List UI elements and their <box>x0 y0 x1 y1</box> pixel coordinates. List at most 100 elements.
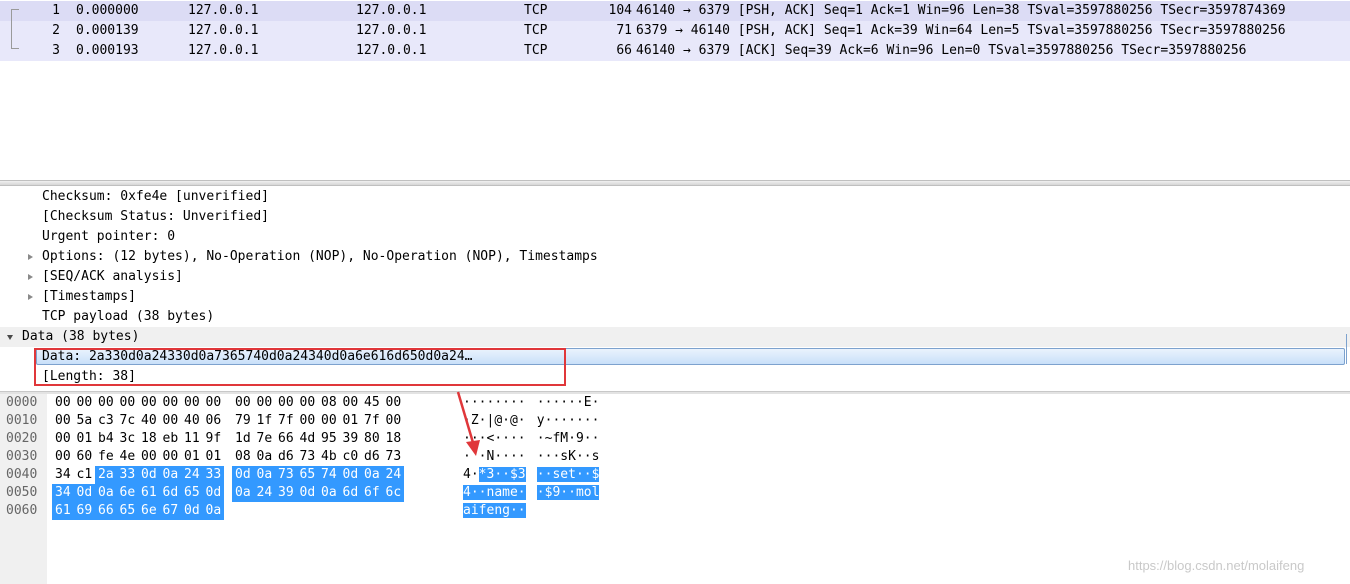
hex-byte[interactable]: 66 <box>275 430 297 448</box>
hex-byte[interactable]: 0d <box>138 466 160 484</box>
hex-byte[interactable]: 61 <box>138 484 160 502</box>
hex-byte[interactable]: 11 <box>181 430 203 448</box>
tree-item-checksum-status[interactable]: [Checksum Status: Unverified] <box>0 207 1350 227</box>
ascii-chunk[interactable]: ······E· <box>537 394 600 412</box>
hex-byte[interactable]: 6e <box>116 484 139 502</box>
hex-byte[interactable]: 0d <box>339 466 362 484</box>
hex-byte[interactable]: 3c <box>117 430 139 448</box>
hex-byte[interactable]: 34 <box>52 466 74 484</box>
hex-byte[interactable]: 33 <box>116 466 139 484</box>
ascii-chunk[interactable]: ···sK··s <box>537 448 600 466</box>
hex-byte[interactable]: 00 <box>275 394 297 412</box>
hex-byte[interactable]: 00 <box>52 394 74 412</box>
hex-byte[interactable]: 6f <box>361 484 383 502</box>
hex-byte[interactable]: 00 <box>203 394 225 412</box>
hex-byte[interactable]: 4e <box>117 448 139 466</box>
hex-byte[interactable]: 00 <box>117 394 139 412</box>
hex-byte[interactable]: 0a <box>202 502 225 520</box>
hex-byte[interactable]: 24 <box>181 466 203 484</box>
hex-byte[interactable]: 39 <box>340 430 362 448</box>
hex-byte[interactable]: d6 <box>275 448 297 466</box>
hex-byte[interactable]: 45 <box>361 394 383 412</box>
hex-byte[interactable]: 73 <box>275 466 297 484</box>
hex-byte[interactable]: 00 <box>383 394 405 412</box>
packet-row-2[interactable]: 2 0.000139 127.0.0.1 127.0.0.1 TCP 71 63… <box>0 21 1350 41</box>
hex-byte[interactable]: 00 <box>160 394 182 412</box>
hex-byte[interactable]: 00 <box>52 412 74 430</box>
hex-byte[interactable]: c3 <box>95 412 117 430</box>
hex-byte[interactable]: 4d <box>297 430 319 448</box>
hex-byte[interactable]: 34 <box>52 484 74 502</box>
hex-byte[interactable]: 0a <box>159 466 182 484</box>
hex-byte[interactable]: c0 <box>340 448 362 466</box>
hex-byte[interactable]: 0d <box>232 466 254 484</box>
ascii-chunk[interactable]: 4·*3··$3 <box>463 466 526 484</box>
hex-byte[interactable]: 0d <box>296 484 319 502</box>
hex-byte[interactable]: 6e <box>138 502 160 520</box>
hex-byte[interactable]: 7c <box>117 412 139 430</box>
hex-byte[interactable]: 0a <box>254 448 276 466</box>
hex-byte[interactable]: eb <box>160 430 182 448</box>
hex-byte[interactable]: 73 <box>383 448 405 466</box>
hex-byte[interactable]: 00 <box>340 394 362 412</box>
hex-byte[interactable]: 00 <box>297 394 319 412</box>
ascii-chunk[interactable]: 4··name· <box>463 484 526 502</box>
hex-byte[interactable]: 0a <box>232 484 254 502</box>
hex-byte[interactable]: 67 <box>159 502 182 520</box>
hex-byte[interactable]: 00 <box>74 394 96 412</box>
packet-row-1[interactable]: 1 0.000000 127.0.0.1 127.0.0.1 TCP 104 4… <box>0 1 1350 21</box>
expand-arrow-icon[interactable] <box>28 274 33 280</box>
hex-byte[interactable]: 40 <box>138 412 160 430</box>
hex-byte[interactable]: 0d <box>73 484 96 502</box>
hex-byte[interactable]: 00 <box>160 412 182 430</box>
ascii-chunk[interactable]: ·`·N···· <box>463 448 526 466</box>
tree-item-options[interactable]: Options: (12 bytes), No-Operation (NOP),… <box>0 247 1350 267</box>
ascii-chunk[interactable]: y······· <box>537 412 600 430</box>
tree-item-data-value[interactable]: Data: 2a330d0a24330d0a7365740d0a24340d0a… <box>0 347 1350 367</box>
hex-byte[interactable]: 18 <box>383 430 405 448</box>
hex-byte[interactable]: 61 <box>52 502 74 520</box>
tree-item-data[interactable]: Data (38 bytes) <box>0 327 1350 347</box>
hex-byte[interactable]: 01 <box>181 448 203 466</box>
hex-byte[interactable]: 0a <box>361 466 383 484</box>
hex-byte[interactable]: 79 <box>232 412 254 430</box>
hex-byte[interactable]: c1 <box>74 466 96 484</box>
hex-byte[interactable]: 6c <box>382 484 405 502</box>
hex-byte[interactable]: 0d <box>181 502 203 520</box>
ascii-chunk[interactable]: ·~fM·9·· <box>537 430 600 448</box>
hex-byte[interactable]: 2a <box>95 466 117 484</box>
hex-byte[interactable]: 24 <box>382 466 405 484</box>
hex-byte[interactable]: 1d <box>232 430 254 448</box>
hex-byte[interactable]: 00 <box>138 394 160 412</box>
hex-byte[interactable]: 18 <box>138 430 160 448</box>
tree-item-tcp-payload[interactable]: TCP payload (38 bytes) <box>0 307 1350 327</box>
hex-byte[interactable]: 06 <box>203 412 225 430</box>
ascii-chunk[interactable]: ···<···· <box>463 430 526 448</box>
hex-byte[interactable]: b4 <box>95 430 117 448</box>
hex-byte[interactable]: 66 <box>95 502 117 520</box>
hex-byte[interactable]: 7e <box>254 430 276 448</box>
hex-byte[interactable]: 01 <box>203 448 225 466</box>
hex-byte[interactable]: 0a <box>318 484 340 502</box>
hex-byte[interactable]: 4b <box>318 448 340 466</box>
hex-byte[interactable]: 65 <box>181 484 203 502</box>
hex-byte[interactable]: 00 <box>383 412 405 430</box>
hex-byte[interactable]: 60 <box>74 448 96 466</box>
tree-item-timestamps[interactable]: [Timestamps] <box>0 287 1350 307</box>
hex-byte[interactable]: 65 <box>116 502 139 520</box>
hex-byte[interactable]: 00 <box>52 448 74 466</box>
ascii-chunk[interactable]: ·Z·|@·@· <box>463 412 526 430</box>
hex-byte[interactable]: 80 <box>361 430 383 448</box>
hex-byte[interactable]: 74 <box>318 466 340 484</box>
hex-byte[interactable]: 00 <box>160 448 182 466</box>
hex-byte[interactable]: 00 <box>52 430 74 448</box>
hex-byte[interactable]: 95 <box>318 430 340 448</box>
hex-byte[interactable]: 33 <box>202 466 225 484</box>
hex-byte[interactable]: 7f <box>361 412 383 430</box>
hex-byte[interactable]: 00 <box>138 448 160 466</box>
ascii-chunk[interactable]: ········ <box>463 394 526 412</box>
hex-byte[interactable]: 1f <box>254 412 276 430</box>
hex-byte[interactable]: 01 <box>340 412 362 430</box>
hex-byte[interactable]: d6 <box>361 448 383 466</box>
hex-byte[interactable]: 00 <box>232 394 254 412</box>
